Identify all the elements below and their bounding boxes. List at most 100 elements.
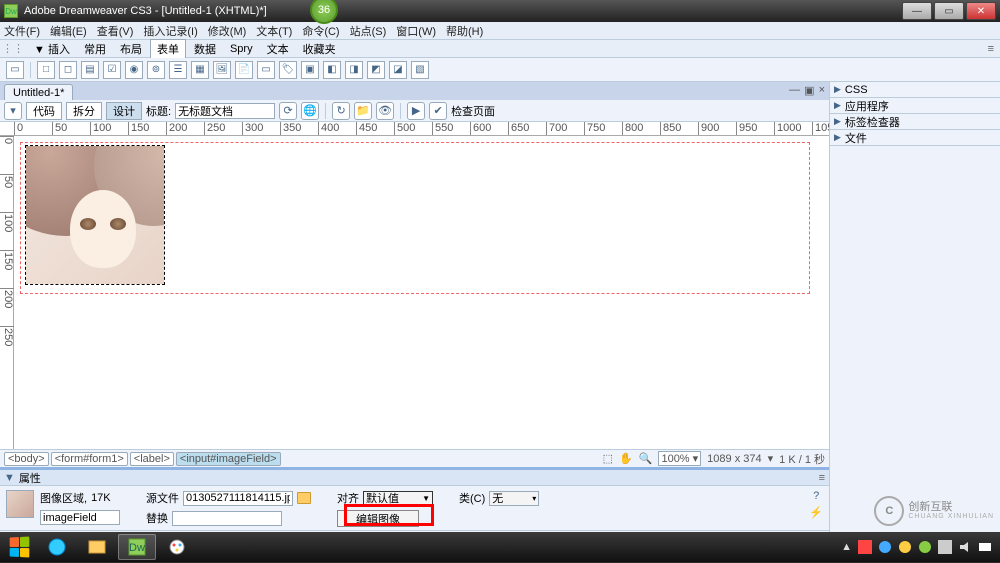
- button-icon[interactable]: ▭: [257, 61, 275, 79]
- tag-input[interactable]: <input#imageField>: [176, 452, 281, 466]
- label-icon[interactable]: 🏷: [279, 61, 297, 79]
- validate-icon[interactable]: ▶: [407, 102, 425, 120]
- props-menu-icon[interactable]: ≡: [819, 472, 825, 484]
- panel-application[interactable]: ▶应用程序: [830, 98, 1000, 114]
- menu-window[interactable]: 窗口(W): [396, 23, 436, 39]
- task-explorer-icon[interactable]: [78, 534, 116, 560]
- tray-up-icon[interactable]: ▲: [841, 541, 852, 553]
- pointer-tool-icon[interactable]: ⬚: [603, 452, 613, 465]
- hidden-icon[interactable]: ◻: [59, 61, 77, 79]
- menu-help[interactable]: 帮助(H): [446, 23, 483, 39]
- textfield-icon[interactable]: □: [37, 61, 55, 79]
- menu-commands[interactable]: 命令(C): [302, 23, 339, 39]
- tray-volume-icon[interactable]: [958, 540, 972, 554]
- browse-folder-icon[interactable]: [297, 492, 311, 504]
- menu-site[interactable]: 站点(S): [350, 23, 387, 39]
- check-icon[interactable]: ✔: [429, 102, 447, 120]
- insert-tab-fav[interactable]: 收藏夹: [297, 40, 342, 58]
- doc-close-icon[interactable]: ×: [819, 84, 825, 97]
- doc-minimize-icon[interactable]: —: [789, 84, 800, 97]
- tray-network-icon[interactable]: [938, 540, 952, 554]
- insert-tab-common[interactable]: 常用: [78, 40, 112, 58]
- jumpmenu-icon[interactable]: ▦: [191, 61, 209, 79]
- tray-app1-icon[interactable]: [878, 540, 892, 554]
- tag-selector[interactable]: <body> <form#form1> <label> <input#image…: [4, 452, 281, 466]
- insert-label[interactable]: ▼ 插入: [28, 40, 76, 58]
- props-help-icon[interactable]: ?: [813, 490, 819, 502]
- image-field-selection[interactable]: [25, 145, 165, 285]
- panel-tag-inspector[interactable]: ▶标签检查器: [830, 114, 1000, 130]
- menu-modify[interactable]: 修改(M): [208, 23, 247, 39]
- props-alt-input[interactable]: [172, 511, 282, 526]
- spry1-icon[interactable]: ◧: [323, 61, 341, 79]
- zoom-tool-icon[interactable]: 🔍: [639, 452, 653, 465]
- window-size[interactable]: 1089 x 374: [707, 453, 761, 465]
- browser-check-icon[interactable]: ⟳: [279, 102, 297, 120]
- maximize-button[interactable]: ▭: [934, 2, 964, 20]
- task-ie-icon[interactable]: [38, 534, 76, 560]
- insert-expand-icon[interactable]: ≡: [984, 43, 998, 55]
- panel-files[interactable]: ▶文件: [830, 130, 1000, 146]
- imagefield-icon[interactable]: 🖼: [213, 61, 231, 79]
- zoom-select[interactable]: 100% ▾: [658, 451, 701, 466]
- split-view-button[interactable]: 拆分: [66, 102, 102, 120]
- insert-tab-data[interactable]: 数据: [188, 40, 222, 58]
- textarea-icon[interactable]: ▤: [81, 61, 99, 79]
- menu-edit[interactable]: 编辑(E): [50, 23, 87, 39]
- spry2-icon[interactable]: ◨: [345, 61, 363, 79]
- globe-icon[interactable]: 🌐: [301, 102, 319, 120]
- checkbox-icon[interactable]: ☑: [103, 61, 121, 79]
- props-align-select[interactable]: 默认值▼: [363, 491, 433, 506]
- task-paint-icon[interactable]: [158, 534, 196, 560]
- props-name-input[interactable]: [40, 510, 120, 525]
- tag-form[interactable]: <form#form1>: [51, 452, 128, 466]
- fieldset-icon[interactable]: ▣: [301, 61, 319, 79]
- insert-tab-spry[interactable]: Spry: [224, 42, 259, 56]
- menu-insert[interactable]: 插入记录(I): [143, 23, 197, 39]
- radiogroup-icon[interactable]: ⊚: [147, 61, 165, 79]
- start-button[interactable]: [2, 534, 36, 560]
- insert-grip[interactable]: ⋮⋮: [2, 42, 24, 55]
- title-input[interactable]: [175, 103, 275, 119]
- tray-action-icon[interactable]: [978, 540, 992, 554]
- props-class-select[interactable]: 无▾: [489, 491, 539, 506]
- spry3-icon[interactable]: ◩: [367, 61, 385, 79]
- doc-restore-icon[interactable]: ▣: [804, 84, 814, 97]
- insert-tab-layout[interactable]: 布局: [114, 40, 148, 58]
- insert-tab-forms[interactable]: 表单: [150, 39, 186, 58]
- tray-app3-icon[interactable]: [918, 540, 932, 554]
- layout-menu-icon[interactable]: ▾: [4, 102, 22, 120]
- tag-body[interactable]: <body>: [4, 452, 49, 466]
- menu-file[interactable]: 文件(F): [4, 23, 40, 39]
- preview-icon[interactable]: 👁: [376, 102, 394, 120]
- code-view-button[interactable]: 代码: [26, 102, 62, 120]
- check-page-label[interactable]: 检查页面: [451, 103, 495, 119]
- menu-view[interactable]: 查看(V): [97, 23, 134, 39]
- doc-tab-1[interactable]: Untitled-1*: [4, 84, 73, 100]
- props-quick-icon[interactable]: ⚡: [809, 506, 823, 519]
- form-icon[interactable]: ▭: [6, 61, 24, 79]
- minimize-button[interactable]: —: [902, 2, 932, 20]
- hand-tool-icon[interactable]: ✋: [619, 452, 633, 465]
- close-button[interactable]: ✕: [966, 2, 996, 20]
- file-manage-icon[interactable]: 📁: [354, 102, 372, 120]
- edit-image-button[interactable]: 编辑图像: [337, 510, 419, 527]
- spry5-icon[interactable]: ▧: [411, 61, 429, 79]
- props-collapse-icon[interactable]: ▼: [4, 472, 15, 484]
- menu-text[interactable]: 文本(T): [256, 23, 292, 39]
- design-view-button[interactable]: 设计: [106, 102, 142, 120]
- spry4-icon[interactable]: ◪: [389, 61, 407, 79]
- tag-label[interactable]: <label>: [130, 452, 174, 466]
- window-size-arrow[interactable]: ▾: [768, 452, 774, 465]
- radio-icon[interactable]: ◉: [125, 61, 143, 79]
- design-canvas[interactable]: [14, 136, 829, 449]
- filefield-icon[interactable]: 📄: [235, 61, 253, 79]
- task-dreamweaver-icon[interactable]: Dw: [118, 534, 156, 560]
- list-icon[interactable]: ☰: [169, 61, 187, 79]
- tray-security-icon[interactable]: [858, 540, 872, 554]
- panel-css[interactable]: ▶CSS: [830, 82, 1000, 98]
- insert-tab-text[interactable]: 文本: [261, 40, 295, 58]
- tray-app2-icon[interactable]: [898, 540, 912, 554]
- system-tray[interactable]: ▲: [835, 540, 998, 554]
- form-outline[interactable]: [20, 142, 810, 294]
